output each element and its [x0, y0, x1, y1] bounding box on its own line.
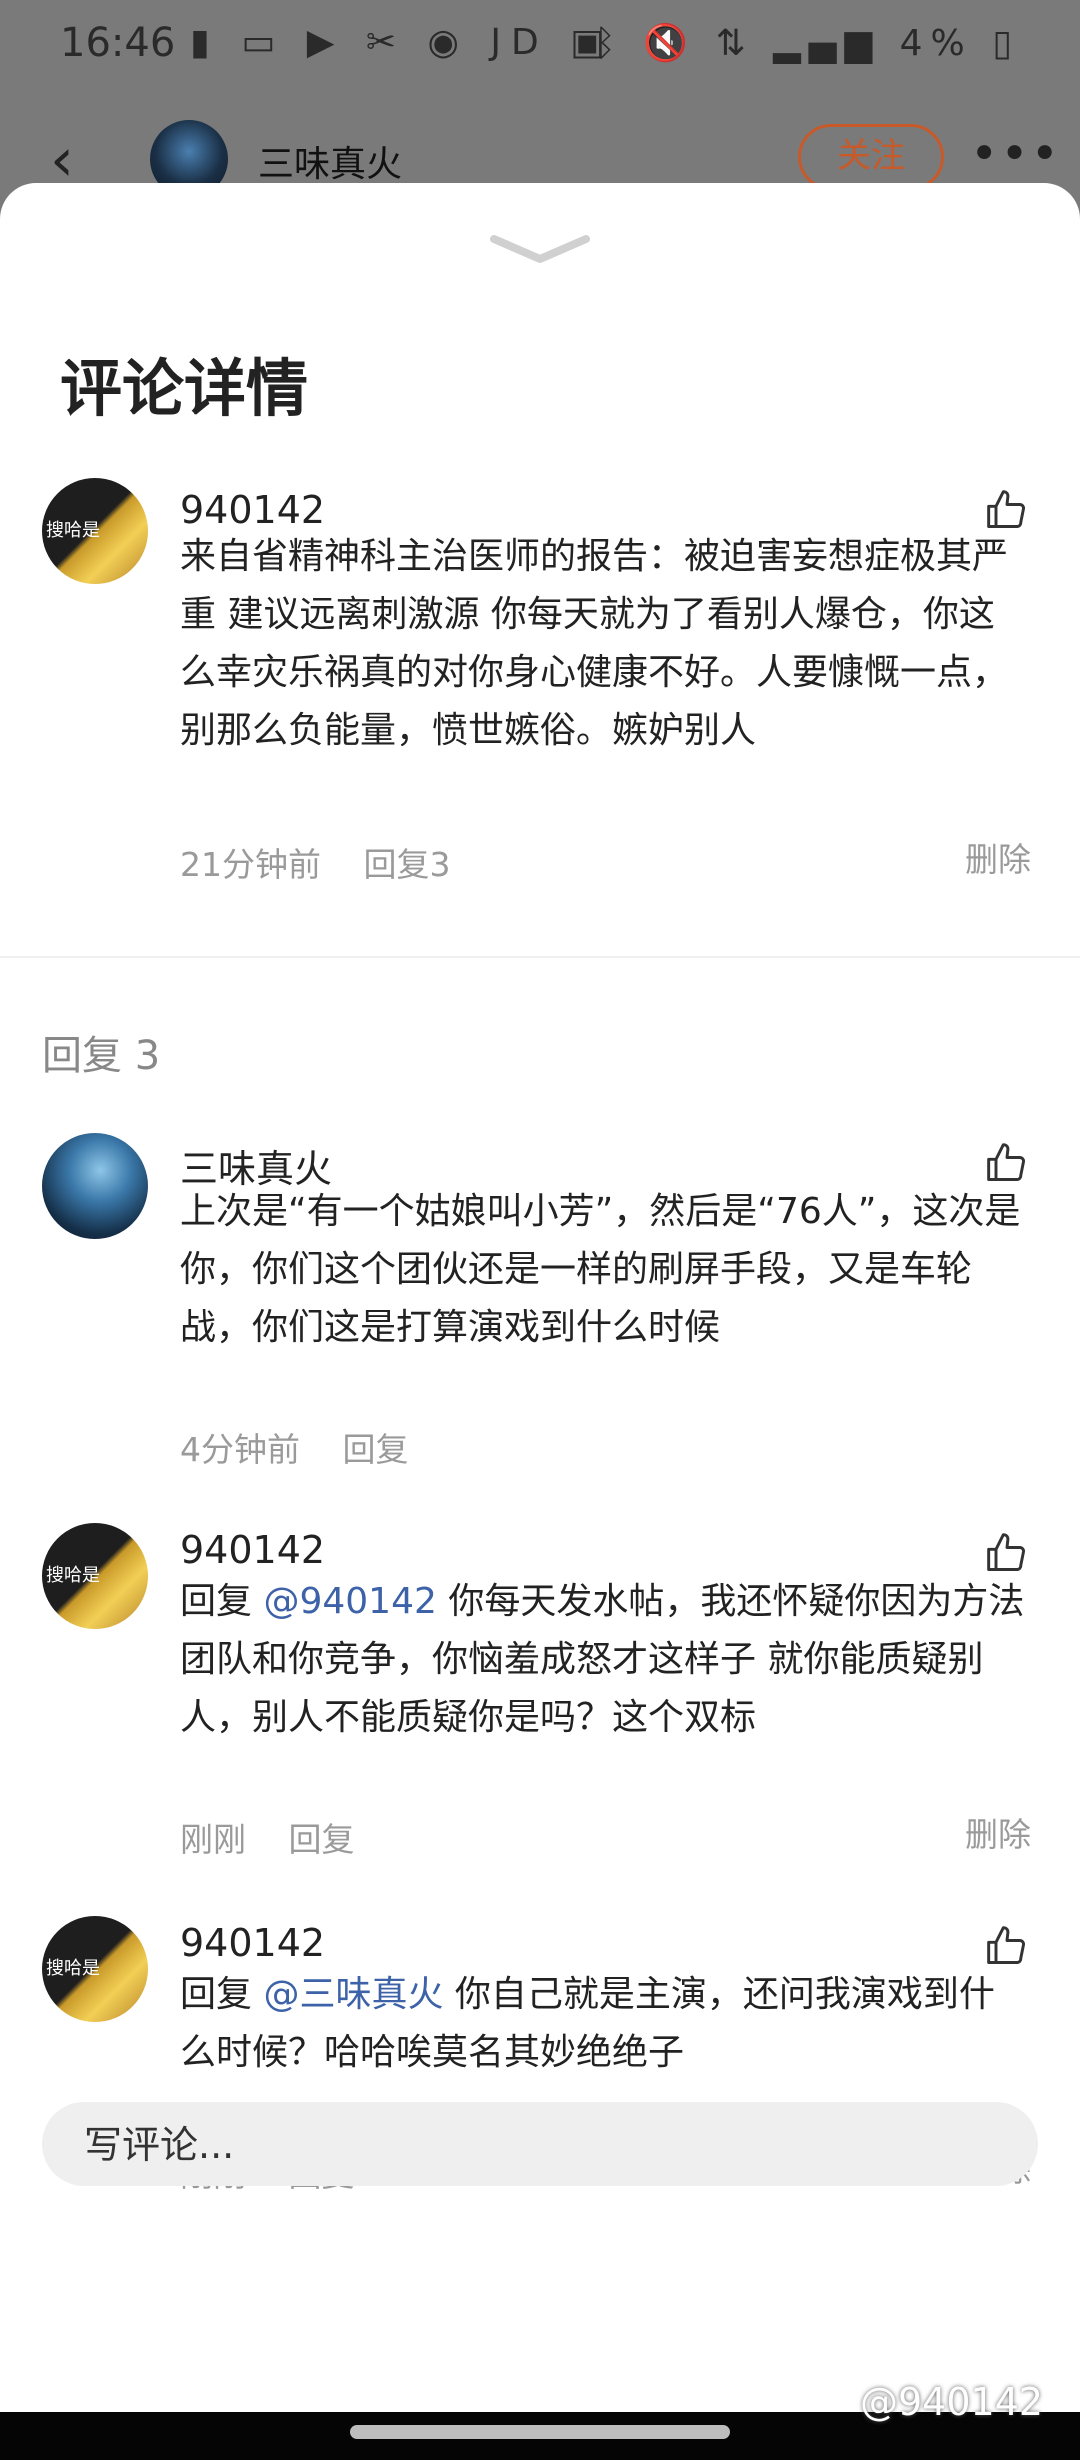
more-icon[interactable]: ••• [970, 126, 1061, 182]
status-bar: 16:46 ▮ ▭ ▶ ✂ ◉ JD ▣ ᛒ 🔇 ⇅ ▂▄▆ 4% ▯ [0, 0, 1080, 90]
comment-text: 上次是“有一个姑娘叫小芳”，然后是“76人”，这次是你，你们这个团伙还是一样的刷… [180, 1191, 1021, 1348]
comment-text: 回复 @940142 你每天发水帖，我还怀疑你因为方法团队和你竞争，你恼羞成怒才… [180, 1573, 1030, 1747]
watermark: @940142 [860, 2380, 1044, 2424]
scissors-icon: ✂ [365, 22, 407, 63]
mention-link[interactable]: @三味真火 [263, 1974, 443, 2015]
status-notification-icons: ▮ ▭ ▶ ✂ ◉ JD ▣ [190, 22, 614, 63]
replies-header: 回复 3 [42, 1033, 161, 1079]
mute-icon: 🔇 [643, 23, 697, 64]
home-indicator[interactable] [350, 2425, 730, 2439]
status-time: 16:46 [60, 20, 176, 66]
avatar[interactable] [42, 1133, 148, 1239]
avatar[interactable]: 搜哈是 [42, 1916, 148, 2022]
reply-button[interactable]: 回复 [343, 1430, 409, 1469]
lte-icon: ⇅ [715, 23, 754, 64]
reply-prefix: 回复 [180, 1974, 264, 2015]
comment-text: 回复 @三味真火 你自己就是主演，还问我演戏到什么时候？哈哈唉莫名其妙绝绝子 [180, 1966, 1030, 2082]
jd-label: JD [490, 22, 549, 63]
thumbs-up-icon[interactable] [985, 1924, 1029, 1968]
page-title: 评论详情 [60, 352, 309, 425]
reply-prefix: 回复 [180, 1581, 264, 1622]
avatar[interactable]: 搜哈是 [42, 1523, 148, 1629]
comment-time: 4分钟前 [180, 1430, 300, 1469]
comment-time: 刚刚 [180, 1820, 246, 1859]
battery-alert-icon: ▮ [190, 22, 220, 63]
bluetooth-icon: ᛒ [594, 23, 624, 64]
comment-time: 21分钟前 [180, 845, 321, 884]
message-icon: ▭ [241, 22, 286, 63]
comment-input[interactable] [82, 2102, 986, 2188]
comment-meta: 4分钟前 回复 [180, 1423, 441, 1471]
comment-meta: 21分钟前 回复3 [180, 838, 483, 886]
divider [0, 956, 1080, 958]
delete-button[interactable]: 删除 [965, 833, 1031, 881]
chevron-down-icon[interactable] [490, 231, 590, 267]
youtube-icon: ▶ [306, 22, 345, 63]
status-system-icons: ᛒ 🔇 ⇅ ▂▄▆ 4% ▯ [594, 22, 1020, 64]
thumbs-up-icon[interactable] [985, 1141, 1029, 1185]
signal-icon: ▂▄▆ [773, 23, 881, 64]
chevron-left-icon[interactable]: ‹ [50, 130, 74, 190]
thumbs-up-icon[interactable] [985, 1531, 1029, 1575]
thumbs-up-icon[interactable] [985, 488, 1029, 532]
delete-button[interactable]: 删除 [965, 1808, 1031, 1856]
comment-username[interactable]: 940142 [180, 1921, 325, 1965]
browser-icon: ◉ [427, 22, 469, 63]
compose-bar[interactable] [42, 2102, 1038, 2188]
author-name[interactable]: 三味真火 [258, 135, 402, 187]
comment-username[interactable]: 940142 [180, 488, 325, 532]
comment-meta: 刚刚 回复 [180, 1813, 387, 1861]
battery-level: 4% [899, 23, 973, 64]
reply-button[interactable]: 回复 [289, 1820, 355, 1859]
mention-link[interactable]: @940142 [263, 1581, 436, 1622]
reply-button[interactable]: 回复3 [364, 845, 451, 884]
avatar[interactable]: 搜哈是 [42, 478, 148, 584]
follow-button[interactable]: 关注 [798, 124, 944, 190]
background-header: ‹ 三味真火 关注 ••• [0, 90, 1080, 198]
comment-username[interactable]: 940142 [180, 1528, 325, 1572]
comment-text: 来自省精神科主治医师的报告：被迫害妄想症极其严重 建议远离刺激源 你每天就为了看… [180, 536, 1009, 751]
battery-icon: ▯ [992, 23, 1020, 64]
